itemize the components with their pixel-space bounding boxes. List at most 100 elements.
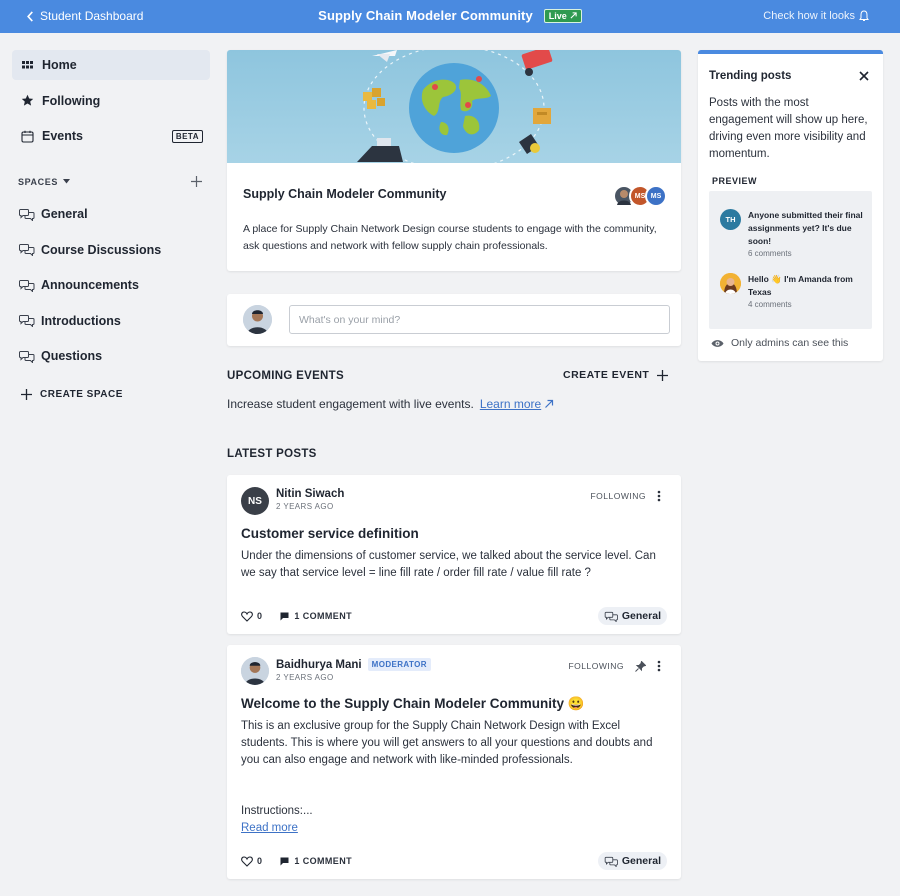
live-label: Live xyxy=(548,10,567,21)
eye-icon xyxy=(711,339,724,347)
create-event-button[interactable]: CREATE EVENT xyxy=(563,369,669,381)
community-description: A place for Supply Chain Network Design … xyxy=(243,223,657,252)
trending-posts-panel: Trending posts Posts with the most engag… xyxy=(698,50,883,361)
person-photo-icon xyxy=(241,657,269,685)
like-count: 0 xyxy=(257,856,263,866)
post-title[interactable]: Welcome to the Supply Chain Modeler Comm… xyxy=(241,696,585,712)
community-name: Supply Chain Modeler Community xyxy=(243,187,447,201)
sidebar-item-events[interactable]: Events BETA xyxy=(12,121,210,151)
avatar xyxy=(720,273,741,294)
more-options-icon[interactable] xyxy=(657,660,661,672)
comment-count: 1 COMMENT xyxy=(294,856,353,866)
moderator-badge: MODERATOR xyxy=(367,658,431,671)
post-time: 2 YEARS AGO xyxy=(276,673,334,682)
post-author[interactable]: NS Nitin Siwach 2 YEARS AGO xyxy=(241,487,344,515)
star-icon xyxy=(21,94,34,106)
like-count: 0 xyxy=(257,611,263,621)
pin-icon[interactable] xyxy=(635,660,646,672)
space-label: General xyxy=(41,207,88,221)
space-tag-label: General xyxy=(621,610,661,622)
like-button[interactable]: 0 xyxy=(241,855,263,867)
person-photo-icon xyxy=(243,305,272,334)
like-button[interactable]: 0 xyxy=(241,610,263,622)
heart-icon xyxy=(241,855,253,867)
check-look-label: Check how it looks xyxy=(763,10,855,22)
learn-more-link[interactable]: Learn more xyxy=(480,397,554,411)
more-options-icon[interactable] xyxy=(657,490,661,502)
post-card: Baidhurya Mani MODERATOR 2 YEARS AGO FOL… xyxy=(227,645,681,879)
space-label: Questions xyxy=(41,349,103,363)
add-space-icon[interactable] xyxy=(191,176,202,187)
avatar xyxy=(241,657,269,685)
community-banner-image xyxy=(227,50,681,163)
create-event-label: CREATE EVENT xyxy=(563,369,650,381)
close-icon[interactable] xyxy=(859,71,869,81)
author-name-text: Baidhurya Mani xyxy=(276,658,362,671)
post-input[interactable] xyxy=(289,305,670,334)
post-footer: 0 1 COMMENT General xyxy=(241,852,667,870)
chat-bubbles-icon xyxy=(604,856,618,867)
community-title: Supply Chain Modeler Community xyxy=(318,8,533,23)
sidebar-item-questions[interactable]: Questions xyxy=(12,341,210,371)
sidebar-item-label: Events xyxy=(42,129,83,143)
sidebar-item-home[interactable]: Home xyxy=(12,50,210,80)
check-look-link[interactable]: Check how it looks xyxy=(763,10,869,22)
person-photo-icon xyxy=(720,273,741,294)
trending-post-item: TH Anyone submitted their final assignme… xyxy=(720,209,865,258)
trending-preview: TH Anyone submitted their final assignme… xyxy=(709,191,872,329)
space-tag[interactable]: General xyxy=(597,607,667,625)
space-label: Introductions xyxy=(41,313,121,328)
chat-bubbles-icon xyxy=(19,244,35,256)
post-body: This is an exclusive group for the Suppl… xyxy=(241,720,653,766)
trending-post-count: 4 comments xyxy=(748,300,792,309)
sidebar-item-label: Following xyxy=(42,93,101,108)
live-badge[interactable]: Live xyxy=(543,8,582,23)
post-actions: FOLLOWING xyxy=(590,490,661,502)
grid-icon xyxy=(22,60,33,68)
sidebar-item-introductions[interactable]: Introductions xyxy=(12,306,210,336)
post-footer: 0 1 COMMENT General xyxy=(241,607,667,625)
events-info: Increase student engagement with live ev… xyxy=(227,397,554,411)
sidebar-item-announcements[interactable]: Announcements xyxy=(12,270,210,300)
author-name: Baidhurya Mani MODERATOR xyxy=(276,658,431,671)
avatar xyxy=(243,305,272,334)
post-actions: FOLLOWING xyxy=(568,660,661,672)
bell-icon xyxy=(859,10,869,21)
following-button[interactable]: FOLLOWING xyxy=(590,491,646,501)
create-space-label: CREATE SPACE xyxy=(40,389,123,400)
comment-button[interactable]: 1 COMMENT xyxy=(280,856,352,866)
sidebar-item-following[interactable]: Following xyxy=(12,86,210,116)
post-time: 2 YEARS AGO xyxy=(276,502,334,511)
admins-note-text: Only admins can see this xyxy=(731,337,849,349)
learn-more-label: Learn more xyxy=(479,397,542,411)
post-body: Under the dimensions of customer service… xyxy=(241,550,656,579)
sidebar: Home Following Events BETA SPACES Genera… xyxy=(12,50,210,400)
space-label: Course Discussions xyxy=(41,242,162,257)
author-name-text: Nitin Siwach xyxy=(276,488,345,500)
read-more-link[interactable]: Read more xyxy=(241,822,298,834)
trending-post-title: Hello 👋 I'm Amanda from Texas xyxy=(748,274,853,297)
post-card: NS Nitin Siwach 2 YEARS AGO FOLLOWING Cu… xyxy=(227,475,681,634)
member-avatars[interactable]: MS MS xyxy=(613,185,667,207)
create-space-button[interactable]: CREATE SPACE xyxy=(21,389,123,400)
trending-post-count: 6 comments xyxy=(748,249,792,258)
avatar: TH xyxy=(720,209,741,230)
sidebar-item-label: Home xyxy=(42,58,77,72)
globe-logistics-illustration xyxy=(357,50,553,163)
post-title[interactable]: Customer service definition xyxy=(241,526,419,541)
sidebar-item-course-discussions[interactable]: Course Discussions xyxy=(12,235,210,265)
chat-bubbles-icon xyxy=(19,315,35,327)
space-tag[interactable]: General xyxy=(597,852,667,870)
plus-icon xyxy=(657,369,669,381)
external-arrow-icon xyxy=(570,12,577,19)
caret-down-icon[interactable] xyxy=(62,179,70,184)
sidebar-item-general[interactable]: General xyxy=(12,199,210,229)
following-button[interactable]: FOLLOWING xyxy=(568,661,624,671)
preview-label: PREVIEW xyxy=(712,176,758,186)
author-name: Nitin Siwach xyxy=(276,488,344,500)
top-bar: Student Dashboard Supply Chain Modeler C… xyxy=(0,0,900,33)
post-author[interactable]: Baidhurya Mani MODERATOR 2 YEARS AGO xyxy=(241,657,431,685)
comment-button[interactable]: 1 COMMENT xyxy=(280,611,352,621)
space-list: General Course Discussions Announcements… xyxy=(12,199,210,377)
trending-post-item: Hello 👋 I'm Amanda from Texas 4 comments xyxy=(720,273,865,309)
